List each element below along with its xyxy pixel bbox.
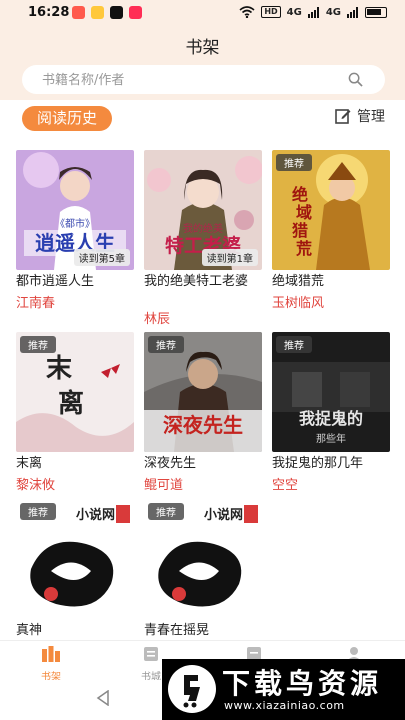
- system-indicators: HD 4G 4G: [239, 6, 387, 18]
- tiktok-icon: [110, 6, 123, 19]
- book-cover[interactable]: 我捉鬼的 那些年 推荐: [272, 332, 390, 452]
- battery-icon: [365, 6, 387, 18]
- svg-text:末: 末: [46, 354, 73, 384]
- signal-icon: [307, 6, 319, 18]
- edit-icon: [335, 109, 351, 124]
- svg-text:《都市》: 《都市》: [55, 217, 95, 230]
- svg-text:深夜先生: 深夜先生: [163, 413, 243, 437]
- reading-progress-badge: 读到第5章: [73, 249, 130, 266]
- book-title: 都市逍遥人生: [16, 274, 95, 289]
- manage-label: 管理: [357, 109, 385, 125]
- back-icon[interactable]: [96, 690, 110, 706]
- book-cover[interactable]: 绝 域 猎 荒 推荐: [272, 150, 390, 270]
- book-author: 空空: [272, 478, 299, 493]
- search-input[interactable]: [42, 71, 342, 89]
- book-cover[interactable]: 小说网 推荐: [16, 499, 134, 619]
- app-notification-icon: [72, 6, 85, 19]
- app-notification-icon: [91, 6, 104, 19]
- status-bar: 16:28 HD 4G 4G: [0, 0, 405, 26]
- book-author: 江南春: [16, 296, 56, 311]
- svg-text:我捉鬼的: 我捉鬼的: [299, 409, 363, 428]
- watermark-title: 下载鸟资源: [222, 667, 383, 700]
- bookstore-icon: [144, 647, 158, 661]
- book-cover[interactable]: 我的绝美 特工老婆 读到第1章: [144, 150, 262, 270]
- search-icon[interactable]: [348, 72, 363, 87]
- hd-badge: HD: [261, 6, 281, 18]
- recommend-badge: 推荐: [148, 503, 184, 520]
- system-nav-bar: [0, 680, 162, 720]
- app-notification-icon: [129, 6, 142, 19]
- status-time: 16:28: [28, 5, 70, 20]
- network-label: 4G: [325, 6, 341, 18]
- recommend-badge: 推荐: [276, 154, 312, 171]
- tab-bookshelf[interactable]: 书架: [31, 645, 71, 683]
- book-title: 深夜先生: [144, 456, 197, 471]
- page-title: 书架: [185, 38, 220, 58]
- book-title: 青春在摇晃: [144, 623, 210, 638]
- book-author: 林辰: [144, 312, 171, 327]
- watermark-url: www.xiazainiao.com: [224, 699, 345, 712]
- svg-text:猎: 猎: [292, 221, 308, 240]
- recommend-badge: 推荐: [276, 336, 312, 353]
- recommend-badge: 推荐: [20, 503, 56, 520]
- book-title: 真神: [16, 623, 43, 638]
- signal-icon: [347, 6, 358, 18]
- book-cover[interactable]: 《都市》 逍遥人生 读到第5章: [16, 150, 134, 270]
- bookshelf-icon: [42, 646, 60, 662]
- reading-history-button[interactable]: 阅读历史: [22, 106, 112, 131]
- notification-icons: [72, 6, 142, 19]
- svg-text:小说网: 小说网: [204, 507, 243, 523]
- book-author: 黎沫攸: [16, 478, 56, 493]
- watermark-banner: 下载鸟资源 www.xiazainiao.com: [162, 659, 405, 720]
- wifi-icon: [239, 6, 255, 18]
- book-author: 鲲可道: [144, 478, 184, 493]
- svg-text:我的绝美: 我的绝美: [183, 222, 223, 235]
- book-title: 我的绝美特工老婆: [144, 274, 249, 289]
- book-cover[interactable]: 小说网 推荐: [144, 499, 262, 619]
- book-title: 绝域猎荒: [272, 274, 325, 289]
- book-cover[interactable]: 深夜先生 推荐: [144, 332, 262, 452]
- book-author: 玉树临风: [272, 296, 325, 311]
- manage-button[interactable]: 管理: [335, 106, 385, 126]
- watermark-logo: [168, 665, 216, 713]
- network-label: 4G: [286, 6, 302, 18]
- book-title: 末离: [16, 456, 43, 471]
- reading-progress-badge: 读到第1章: [201, 249, 258, 266]
- search-bar[interactable]: [22, 65, 385, 94]
- svg-text:绝: 绝: [292, 185, 308, 204]
- svg-text:荒: 荒: [295, 239, 312, 258]
- book-cover[interactable]: 末 离 推荐: [16, 332, 134, 452]
- recommend-badge: 推荐: [20, 336, 56, 353]
- svg-text:那些年: 那些年: [316, 432, 346, 445]
- book-title: 我捉鬼的那几年: [272, 456, 364, 471]
- svg-text:离: 离: [58, 388, 84, 419]
- recommend-badge: 推荐: [148, 336, 184, 353]
- svg-text:小说网: 小说网: [76, 507, 115, 523]
- svg-text:域: 域: [296, 203, 312, 222]
